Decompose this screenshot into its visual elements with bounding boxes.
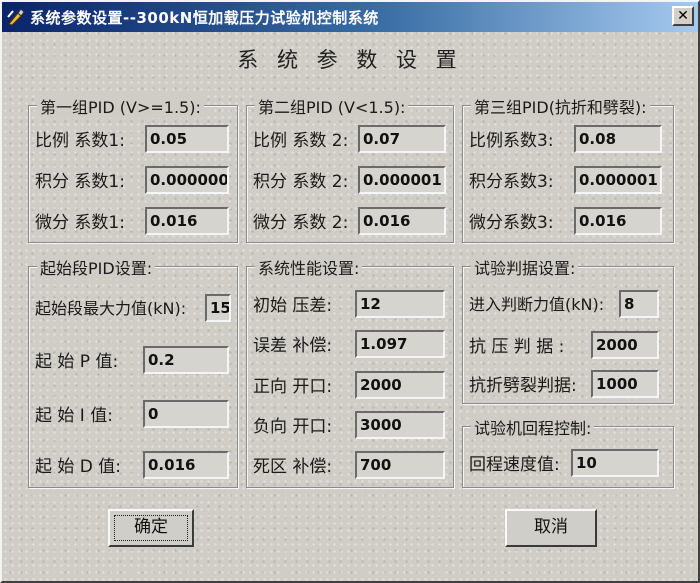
compression-criterion-input[interactable]: 2000 <box>591 331 659 359</box>
d-coef-2-input[interactable]: 0.016 <box>358 207 446 235</box>
error-compensation-label: 误差 补偿: <box>253 336 333 356</box>
deadzone-compensation-input[interactable]: 700 <box>355 451 445 479</box>
pid-group-1: 第一组PID (V>=1.5): 比例 系数1: 0.05 积分 系数1: 0.… <box>28 94 238 243</box>
enter-judgment-force-label: 进入判断力值(kN): <box>469 295 605 314</box>
start-i-label: 起 始 I 值: <box>35 406 113 426</box>
p-coef-1-label: 比例 系数1: <box>35 131 125 151</box>
i-coef-2-label: 积分 系数 2: <box>253 172 349 192</box>
i-coef-1-input[interactable]: 0.0000008 <box>145 166 229 194</box>
forward-opening-label: 正向 开口: <box>253 377 333 397</box>
initial-pressure-diff-label: 初始 压差: <box>253 296 333 316</box>
start-p-label: 起 始 P 值: <box>35 352 119 372</box>
i-coef-3-input[interactable]: 0.000001 <box>574 166 662 194</box>
system-performance-legend: 系统性能设置: <box>255 255 363 279</box>
ok-button[interactable]: 确定 <box>108 509 194 547</box>
cancel-button[interactable]: 取消 <box>505 509 597 547</box>
close-icon: ✕ <box>677 8 689 24</box>
start-d-input[interactable]: 0.016 <box>143 451 229 479</box>
pid-group-2-legend: 第二组PID (V<1.5): <box>255 94 409 118</box>
start-pid-legend: 起始段PID设置: <box>37 255 156 279</box>
p-coef-3-input[interactable]: 0.08 <box>574 125 662 153</box>
negative-opening-input[interactable]: 3000 <box>355 411 445 439</box>
return-control-group: 试验机回程控制: 回程速度值: 10 <box>462 415 674 488</box>
return-speed-label: 回程速度值: <box>469 455 560 475</box>
p-coef-1-input[interactable]: 0.05 <box>145 125 229 153</box>
pid-group-1-legend: 第一组PID (V>=1.5): <box>37 94 204 118</box>
start-d-label: 起 始 D 值: <box>35 457 122 477</box>
window-title: 系统参数设置--300kN恒加载压力试验机控制系统 <box>30 9 379 27</box>
initial-pressure-diff-input[interactable]: 12 <box>355 290 445 318</box>
page-title: 系 统 参 数 设 置 <box>237 48 463 72</box>
d-coef-1-input[interactable]: 0.016 <box>145 207 229 235</box>
d-coef-3-label: 微分系数3: <box>469 213 554 233</box>
negative-opening-label: 负向 开口: <box>253 417 333 437</box>
d-coef-2-label: 微分 系数 2: <box>253 213 349 233</box>
close-button[interactable]: ✕ <box>672 6 694 26</box>
d-coef-1-label: 微分 系数1: <box>35 213 125 233</box>
system-performance-group: 系统性能设置: 初始 压差: 12 误差 补偿: 1.097 正向 开口: 20… <box>246 255 454 488</box>
start-i-input[interactable]: 0 <box>143 400 229 428</box>
return-speed-input[interactable]: 10 <box>571 449 659 477</box>
title-bar[interactable]: 系统参数设置--300kN恒加载压力试验机控制系统 ✕ <box>2 2 698 32</box>
p-coef-3-label: 比例系数3: <box>469 131 554 151</box>
i-coef-3-label: 积分系数3: <box>469 172 554 192</box>
deadzone-compensation-label: 死区 补偿: <box>253 457 333 477</box>
test-judgment-group: 试验判据设置: 进入判断力值(kN): 8 抗 压 判 据 : 2000 抗折劈… <box>462 255 674 404</box>
forward-opening-input[interactable]: 2000 <box>355 371 445 399</box>
i-coef-1-label: 积分 系数1: <box>35 172 125 192</box>
p-coef-2-label: 比例 系数 2: <box>253 131 349 151</box>
start-max-force-label: 起始段最大力值(kN): <box>35 299 187 318</box>
pid-group-3-legend: 第三组PID(抗折和劈裂): <box>471 94 650 118</box>
start-pid-group: 起始段PID设置: 起始段最大力值(kN): 15 起 始 P 值: 0.2 起… <box>28 255 238 488</box>
start-max-force-input[interactable]: 15 <box>205 294 231 322</box>
enter-judgment-force-input[interactable]: 8 <box>619 290 659 318</box>
i-coef-2-input[interactable]: 0.000001 <box>358 166 446 194</box>
flexural-split-criterion-input[interactable]: 1000 <box>591 370 659 398</box>
compression-criterion-label: 抗 压 判 据 : <box>469 337 565 357</box>
return-control-legend: 试验机回程控制: <box>471 415 595 439</box>
d-coef-3-input[interactable]: 0.016 <box>574 207 662 235</box>
p-coef-2-input[interactable]: 0.07 <box>358 125 446 153</box>
start-p-input[interactable]: 0.2 <box>143 346 229 374</box>
app-icon <box>7 8 25 26</box>
dialog-window: 系统参数设置--300kN恒加载压力试验机控制系统 ✕ 系 统 参 数 设 置 … <box>0 0 700 583</box>
error-compensation-input[interactable]: 1.097 <box>355 330 445 358</box>
flexural-split-criterion-label: 抗折劈裂判据: <box>469 376 577 396</box>
pid-group-3: 第三组PID(抗折和劈裂): 比例系数3: 0.08 积分系数3: 0.0000… <box>462 94 674 243</box>
test-judgment-legend: 试验判据设置: <box>471 255 579 279</box>
pid-group-2: 第二组PID (V<1.5): 比例 系数 2: 0.07 积分 系数 2: 0… <box>246 94 454 243</box>
